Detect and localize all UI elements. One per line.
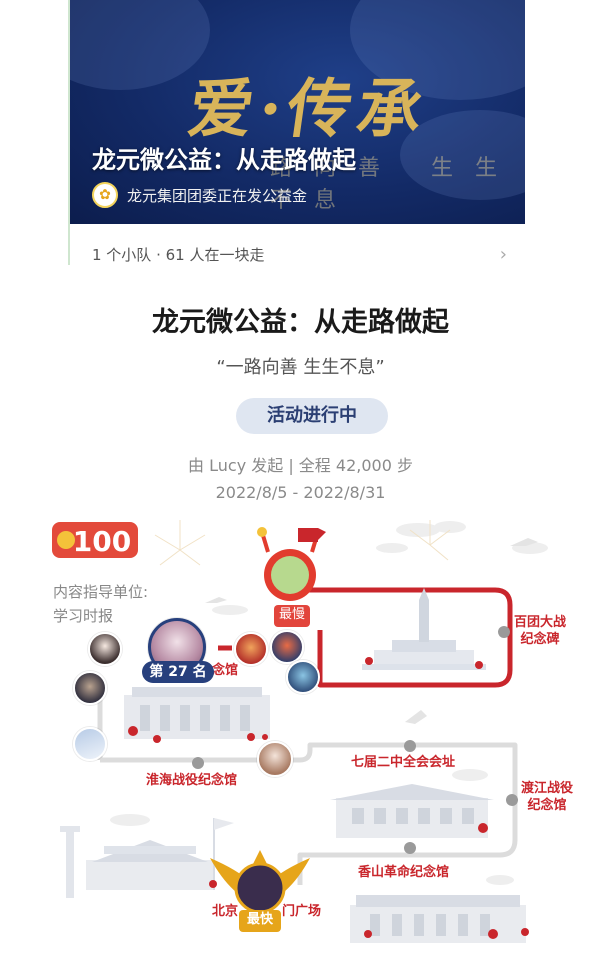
- status-badge: 活动进行中: [236, 398, 388, 434]
- team-summary: 1 个小队 · 61 人在一块走: [92, 245, 265, 264]
- participant-avatar[interactable]: [73, 727, 107, 761]
- monument-building: [362, 588, 486, 670]
- place-qijie[interactable]: 七届二中全会会址: [351, 754, 455, 771]
- place-baituan[interactable]: 百团大战 纪念碑: [514, 614, 566, 648]
- place-beijing-left[interactable]: 北京: [212, 903, 238, 920]
- banner-title: 龙元微公益：从走路做起: [92, 146, 356, 174]
- logo-100-text: 100: [73, 525, 131, 558]
- page-title: 龙元微公益：从走路做起: [152, 307, 449, 338]
- memorial-hall-building: [124, 687, 270, 739]
- route-path-completed: [300, 587, 513, 688]
- place-xiangshan[interactable]: 香山革命纪念馆: [358, 864, 449, 881]
- participant-avatar[interactable]: [234, 632, 268, 666]
- guide-value: 学习时报: [53, 607, 114, 625]
- banner-org[interactable]: ✿ 龙元集团团委正在发公益金: [92, 182, 307, 208]
- team-summary-row[interactable]: 1 个小队 · 61 人在一块走 ›: [92, 243, 507, 265]
- participant-avatar[interactable]: [88, 632, 122, 666]
- participant-avatar[interactable]: [73, 671, 107, 705]
- tiananmen-building: [60, 818, 234, 898]
- congress-site-building: [330, 784, 494, 838]
- chevron-right-icon[interactable]: ›: [500, 244, 507, 265]
- place-huaihai[interactable]: 淮海战役纪念馆: [146, 772, 237, 789]
- participant-avatar[interactable]: [257, 741, 293, 777]
- place-dujiang[interactable]: 渡江战役 纪念馆: [521, 780, 573, 814]
- org-name: 龙元集团团委正在发公益金: [127, 186, 308, 205]
- xiangshan-hall-building: [350, 895, 526, 943]
- place-beijing-right[interactable]: 门广场: [282, 903, 321, 920]
- activity-dates: 2022/8/5 - 2022/8/31: [215, 483, 386, 502]
- activity-banner[interactable]: 爱·传承 路向善 生生不息 龙元微公益：从走路做起 ✿ 龙元集团团委正在发公益金: [70, 0, 525, 224]
- slowest-tag: 最慢: [274, 605, 310, 627]
- cloud-decoration: [70, 0, 210, 90]
- fastest-tag: 最快: [239, 910, 281, 932]
- banner-calligraphy: 爱·传承: [183, 72, 433, 147]
- my-rank-tag: 第 27 名: [142, 661, 214, 683]
- participant-avatar[interactable]: [286, 660, 320, 694]
- guide-label: 内容指导单位:: [53, 583, 149, 601]
- activity-meta: 由 Lucy 发起 | 全程 42,000 步: [188, 456, 413, 475]
- party-100-logo: 100: [52, 522, 138, 558]
- place-memorial-hall[interactable]: 念馆: [212, 662, 238, 679]
- participant-avatar[interactable]: [270, 630, 304, 664]
- activity-slogan: “一路向善 生生不息”: [216, 357, 385, 378]
- org-avatar[interactable]: ✿: [92, 182, 118, 208]
